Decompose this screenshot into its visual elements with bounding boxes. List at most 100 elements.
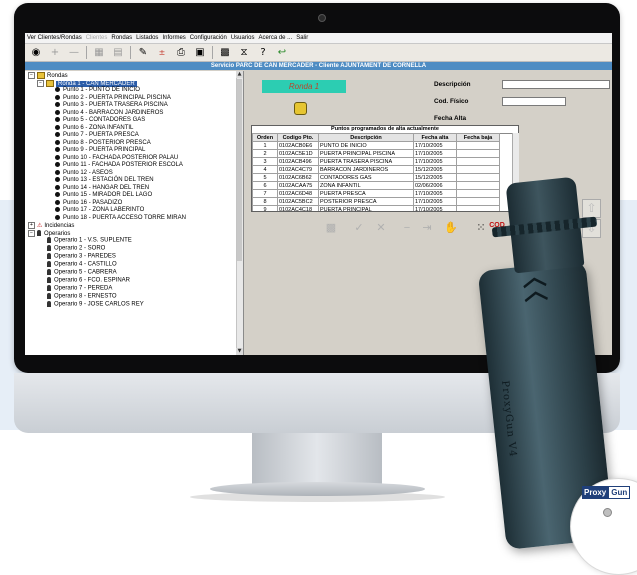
table-row[interactable]: 6 0102ACAA75 ZONA INFANTIL 02/06/2006 xyxy=(252,181,500,190)
table-row[interactable]: 2 0102AC5E1D PUERTA PRINCIPAL PISCINA 17/10… xyxy=(252,149,500,158)
col-codigo[interactable]: Codigo Pto. xyxy=(277,133,319,142)
expand-icon[interactable]: + xyxy=(28,222,35,229)
cancel-icon[interactable]: ✕ xyxy=(372,220,390,236)
folder-icon[interactable]: ▣ xyxy=(193,46,207,59)
export-icon[interactable]: ⇥ xyxy=(418,220,436,236)
move-up-button[interactable]: ⇧ xyxy=(582,199,601,218)
tree-item-punto[interactable]: Punto 17 - ZONA LABERINTO xyxy=(55,207,144,215)
collapse-icon[interactable]: − xyxy=(28,72,35,79)
table-cell: 5 xyxy=(252,173,278,182)
scroll-down-icon[interactable]: ▼ xyxy=(236,348,243,355)
col-fecha-baja[interactable]: Fecha baja xyxy=(456,133,500,142)
tree-item-punto[interactable]: Punto 14 - HANGAR DEL TREN xyxy=(55,184,149,193)
tree-item-operario[interactable]: Operario 7 - PEREDA xyxy=(47,285,112,293)
scan-icon[interactable]: ✋ xyxy=(442,220,460,236)
tree-item-operario[interactable]: Operario 4 - CASTILLO xyxy=(47,261,117,269)
brand-logo: Proxy Gun xyxy=(582,486,631,499)
point-icon xyxy=(55,139,60,145)
tree-item-operario[interactable]: Operario 6 - FCO. ESPINAR xyxy=(47,277,130,285)
points-grid[interactable]: Puntos programados de alta actualmente O… xyxy=(251,125,519,212)
codfisico-label: Cod. Físico xyxy=(434,98,469,105)
table-cell: 6 xyxy=(252,181,278,190)
tree-item-operario[interactable]: Operario 2 - SORO xyxy=(47,245,105,253)
menu-acerca[interactable]: Acerca de ... xyxy=(259,35,293,41)
table-row[interactable]: 9 0102AC4C18 PUERTA PRINCIPAL 17/10/2005 xyxy=(252,205,500,211)
filter-icon[interactable]: ⧖ xyxy=(237,46,251,59)
tree-item-ronda-1[interactable]: − Ronda 1 - CAN MERCADER xyxy=(37,79,137,88)
table-row[interactable]: 7 0102AC6D48 PUERTA PRESCA 17/10/2005 xyxy=(252,189,500,198)
tree-scroll-thumb[interactable] xyxy=(237,79,242,261)
tree-item-punto[interactable]: Punto 9 - PUERTA PRINCIPAL xyxy=(55,147,145,155)
window-title: Servicio PARC DE CAN MERCADER - Cliente … xyxy=(25,62,612,70)
remove-icon[interactable]: − xyxy=(398,220,416,236)
tree-item-operario[interactable]: Operario 5 - CABRERA xyxy=(47,269,117,277)
tree-item-punto[interactable]: Punto 10 - FACHADA POSTERIOR PALAU xyxy=(55,154,178,163)
point-icon xyxy=(55,199,60,205)
back-icon[interactable]: ↩ xyxy=(275,46,289,59)
collapse-icon[interactable]: − xyxy=(28,229,35,237)
point-icon xyxy=(55,109,60,115)
menu-configuracion[interactable]: Configuración xyxy=(190,35,227,41)
tree-item-punto[interactable]: Punto 18 - PUERTA ACCESO TORRE MIRAN xyxy=(55,214,186,223)
printer-icon[interactable]: ⎙ xyxy=(174,46,188,59)
tree-item-punto[interactable]: Punto 6 - ZONA INFANTIL xyxy=(55,124,133,133)
tree-item-punto[interactable]: Punto 4 - BARRACON JARDINEROS xyxy=(55,109,163,118)
table-row[interactable]: 8 0102AC5BC2 POSTERIOR PRESCA 17/10/2005 xyxy=(252,197,500,206)
tree-item-punto[interactable]: Punto 11 - FACHADA POSTERIOR ESCOLA xyxy=(55,162,183,170)
table-row[interactable]: 1 0102ACB0E6 PUNTO DE INICIO 17/10/2005 xyxy=(252,141,500,150)
menu-listados[interactable]: Listados xyxy=(136,35,158,41)
menu-usuarios[interactable]: Usuarios xyxy=(231,35,255,41)
tree-item-punto[interactable]: Punto 7 - PUERTA PRESCA xyxy=(55,132,139,140)
tree-item-operarios[interactable]: − Operarios xyxy=(28,229,70,238)
col-descripcion[interactable]: Descripción xyxy=(318,133,414,142)
table-cell: PUERTA TRASERA PISCINA xyxy=(318,157,414,166)
tree-item-punto[interactable]: Punto 12 - ASEOS xyxy=(55,169,113,178)
table-row[interactable]: 5 0102AC6B62 CONTADORES GAS 15/12/2005 xyxy=(252,173,500,182)
grid-icon[interactable]: ▦ xyxy=(92,46,106,59)
table-icon[interactable]: ▤ xyxy=(111,46,125,59)
plus-minus-icon[interactable]: ± xyxy=(155,46,169,59)
tree-item-punto[interactable]: Punto 5 - CONTADORES GAS xyxy=(55,117,145,125)
tree-item-punto[interactable]: Punto 13 - ESTACIÓN DEL TREN xyxy=(55,177,154,185)
help-icon[interactable]: ? xyxy=(256,46,270,59)
tree-item-punto[interactable]: Punto 8 - POSTERIOR PRESCA xyxy=(55,139,151,148)
pen-icon[interactable]: ✎ xyxy=(136,46,150,59)
table-row[interactable]: 4 0102AC4C79 BARRACON JARDINEROS 15/12/2005 xyxy=(252,165,500,174)
collapse-icon[interactable]: − xyxy=(37,79,44,87)
tree-item-incidencias[interactable]: + ⚠ Incidencias xyxy=(28,222,74,230)
plus-icon[interactable]: + xyxy=(48,46,62,59)
monitor-stand xyxy=(252,433,382,485)
tree-item-operario[interactable]: Operario 3 - PAREDES xyxy=(47,253,116,261)
menu-rondas[interactable]: Rondas xyxy=(111,35,132,41)
tree-item-operario[interactable]: Operario 9 - JOSE CARLOS REY xyxy=(47,301,144,309)
codfisico-field[interactable] xyxy=(502,97,566,106)
calculator-icon[interactable]: ▩ xyxy=(322,220,340,236)
descripcion-field[interactable] xyxy=(502,80,610,89)
table-row[interactable]: 3 0102ACB496 PUERTA TRASERA PISCINA 17/10/2… xyxy=(252,157,500,166)
warning-icon: ⚠ xyxy=(37,223,43,230)
col-fecha-alta[interactable]: Fecha alta xyxy=(413,133,457,142)
tree-item-operario[interactable]: Operario 1 - V.S. SUPLENTE xyxy=(47,237,132,245)
menu-informes[interactable]: Informes xyxy=(162,35,185,41)
menu-clientes[interactable]: Clientes xyxy=(86,35,108,41)
tree-root-rondas[interactable]: − Rondas xyxy=(28,72,68,80)
tree-item-punto[interactable]: Punto 3 - PUERTA TRASERA PISCINA xyxy=(55,102,168,110)
check-icon[interactable]: ✓ xyxy=(350,220,368,236)
tree-item-operario[interactable]: Operario 8 - ERNESTO xyxy=(47,293,117,301)
point-icon xyxy=(55,192,60,197)
menu-ver-clientes[interactable]: Ver Clientes/Rondas xyxy=(27,35,82,41)
point-icon xyxy=(55,162,60,167)
tree-item-punto[interactable]: Punto 1 - PUNTO DE INICIO xyxy=(55,87,140,95)
table-cell: 17/10/2005 xyxy=(413,149,457,158)
tree-item-punto[interactable]: Punto 16 - PASADIZO xyxy=(55,199,122,208)
menu-salir[interactable]: Salir xyxy=(296,35,308,41)
col-orden[interactable]: Orden xyxy=(252,133,278,142)
tree-item-punto[interactable]: Punto 2 - PUERTA PRINCIPAL PISCINA xyxy=(55,94,171,103)
calculator-icon[interactable]: ▩ xyxy=(218,46,232,59)
minus-icon[interactable]: — xyxy=(67,46,81,59)
tree-view[interactable]: − Rondas − Ronda 1 - CAN MERCADER Punto 1 … xyxy=(25,71,244,355)
tree-item-punto[interactable]: Punto 15 - MIRADOR DEL LAGO xyxy=(55,192,152,200)
eye-icon[interactable]: ◉ xyxy=(29,46,43,59)
person-icon xyxy=(47,293,51,299)
scroll-up-icon[interactable]: ▲ xyxy=(236,71,243,78)
